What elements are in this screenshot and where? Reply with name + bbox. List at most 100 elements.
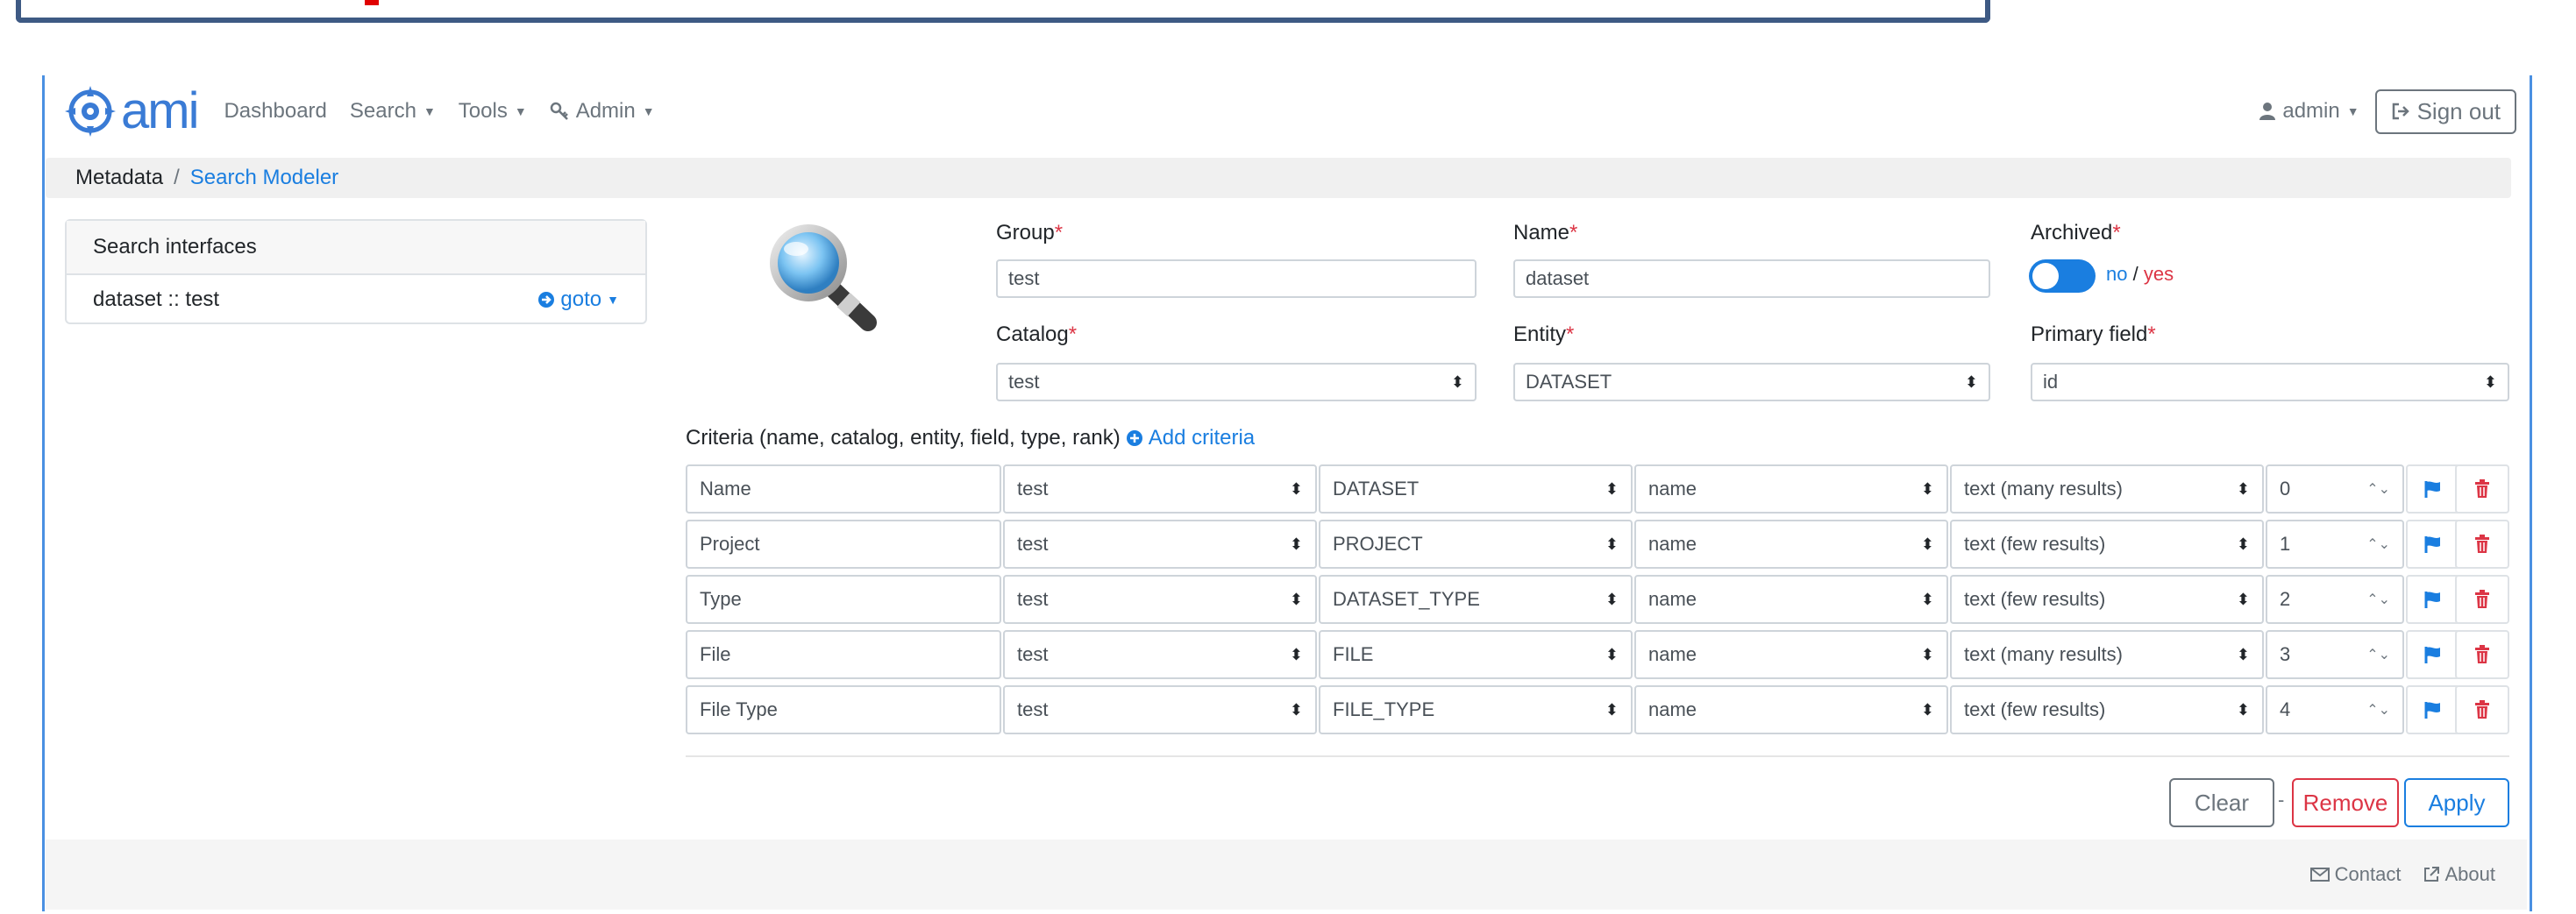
apply-button[interactable]: Apply: [2404, 778, 2509, 827]
criteria-field-select[interactable]: name ⬍: [1634, 685, 1948, 734]
criteria-rank-input[interactable]: 3 ⌃⌄: [2266, 630, 2404, 679]
nav-search[interactable]: Search ▼: [350, 99, 436, 124]
criteria-type-select[interactable]: text (many results) ⬍: [1950, 630, 2264, 679]
flag-button[interactable]: [2406, 685, 2460, 734]
spinner-arrows-icon[interactable]: ⌃⌄: [2366, 480, 2390, 498]
criteria-entity-select[interactable]: DATASET ⬍: [1319, 464, 1633, 514]
nav-tools[interactable]: Tools ▼: [459, 99, 527, 124]
remove-button[interactable]: Remove: [2292, 778, 2399, 827]
select-arrows-icon: ⬍: [1920, 590, 1934, 608]
user-name: admin: [2282, 99, 2340, 123]
select-arrows-icon: ⬍: [1605, 700, 1619, 719]
delete-button[interactable]: [2455, 575, 2509, 624]
criteria-entity-value: DATASET_TYPE: [1333, 588, 1480, 610]
sign-out-button[interactable]: Sign out: [2374, 89, 2516, 134]
delete-button[interactable]: [2455, 630, 2509, 679]
catalog-select[interactable]: test ⬍: [996, 363, 1477, 401]
criteria-name-input[interactable]: File Type: [686, 685, 1001, 734]
breadcrumb-root[interactable]: Metadata: [75, 166, 163, 190]
goto-dropdown[interactable]: goto ▼: [537, 287, 619, 312]
criteria-type-select[interactable]: text (few results) ⬍: [1950, 520, 2264, 569]
criteria-rank-input[interactable]: 2 ⌃⌄: [2266, 575, 2404, 624]
about-link[interactable]: About: [2423, 863, 2495, 886]
criteria-entity-value: DATASET: [1333, 478, 1420, 500]
select-arrows-icon: ⬍: [1450, 372, 1464, 391]
archived-toggle[interactable]: [2029, 259, 2096, 293]
ami-logo[interactable]: ami: [65, 86, 199, 137]
criteria-catalog-value: test: [1017, 698, 1049, 720]
criteria-field-value: name: [1648, 478, 1697, 500]
nav-admin[interactable]: Admin ▼: [550, 99, 655, 124]
nav-dashboard[interactable]: Dashboard: [224, 99, 326, 124]
criteria-name-input[interactable]: Name: [686, 464, 1001, 514]
criteria-field-select[interactable]: name ⬍: [1634, 575, 1948, 624]
criteria-name-value: Name: [700, 478, 751, 500]
criteria-name-input[interactable]: File: [686, 630, 1001, 679]
criteria-catalog-select[interactable]: test ⬍: [1003, 575, 1317, 624]
criteria-rank-input[interactable]: 1 ⌃⌄: [2266, 520, 2404, 569]
criteria-type-select[interactable]: text (few results) ⬍: [1950, 685, 2264, 734]
spinner-arrows-icon[interactable]: ⌃⌄: [2366, 535, 2390, 553]
criteria-type-select[interactable]: text (few results) ⬍: [1950, 575, 2264, 624]
add-criteria-label: Add criteria: [1148, 426, 1256, 450]
flag-icon: [2424, 536, 2440, 553]
add-criteria-link[interactable]: Add criteria: [1126, 426, 1255, 450]
nav-tools-label: Tools: [458, 99, 508, 123]
spinner-arrows-icon[interactable]: ⌃⌄: [2366, 646, 2390, 663]
criteria-entity-select[interactable]: FILE ⬍: [1319, 630, 1633, 679]
criteria-catalog-select[interactable]: test ⬍: [1003, 464, 1317, 514]
flag-button[interactable]: [2406, 575, 2460, 624]
spinner-arrows-icon[interactable]: ⌃⌄: [2366, 701, 2390, 719]
delete-button[interactable]: [2455, 685, 2509, 734]
criteria-entity-select[interactable]: DATASET_TYPE ⬍: [1319, 575, 1633, 624]
criteria-field-select[interactable]: name ⬍: [1634, 630, 1948, 679]
user-icon: [2259, 103, 2276, 120]
criteria-rank-value: 4: [2280, 698, 2291, 720]
criteria-name-input[interactable]: Project: [686, 520, 1001, 569]
criteria-name-value: File: [700, 643, 731, 665]
criteria-rank-input[interactable]: 4 ⌃⌄: [2266, 685, 2404, 734]
criteria-catalog-select[interactable]: test ⬍: [1003, 520, 1317, 569]
criteria-title: Criteria (name, catalog, entity, field, …: [686, 426, 1121, 450]
name-label: Name*: [1513, 221, 1577, 245]
criteria-type-value: text (few results): [1964, 588, 2106, 610]
criteria-type-select[interactable]: text (many results) ⬍: [1950, 464, 2264, 514]
caret-down-icon: ▼: [607, 293, 619, 307]
required-marker: *: [2112, 221, 2121, 244]
select-arrows-icon: ⬍: [2236, 700, 2250, 719]
name-input[interactable]: dataset: [1513, 259, 1990, 298]
flag-button[interactable]: [2406, 464, 2460, 514]
clear-button[interactable]: Clear: [2169, 778, 2274, 827]
entity-select[interactable]: DATASET ⬍: [1513, 363, 1990, 401]
criteria-type-value: text (few results): [1964, 533, 2106, 555]
select-arrows-icon: ⬍: [2483, 372, 2497, 391]
breadcrumb-current[interactable]: Search Modeler: [190, 166, 338, 190]
contact-link[interactable]: Contact: [2309, 863, 2402, 886]
criteria-field-select[interactable]: name ⬍: [1634, 520, 1948, 569]
trash-icon: [2475, 700, 2489, 719]
primary-field-select[interactable]: id ⬍: [2031, 363, 2509, 401]
user-menu[interactable]: admin ▼: [2259, 99, 2359, 124]
criteria-rank-input[interactable]: 0 ⌃⌄: [2266, 464, 2404, 514]
criteria-name-input[interactable]: Type: [686, 575, 1001, 624]
delete-button[interactable]: [2455, 464, 2509, 514]
criteria-catalog-select[interactable]: test ⬍: [1003, 685, 1317, 734]
criteria-catalog-select[interactable]: test ⬍: [1003, 630, 1317, 679]
entity-label-text: Entity: [1513, 322, 1567, 346]
group-input[interactable]: test: [996, 259, 1477, 298]
archived-no: no: [2106, 263, 2128, 285]
table-row: File Type test ⬍ FILE_TYPE ⬍ name ⬍ text (few r…: [686, 685, 2509, 734]
flag-button[interactable]: [2406, 630, 2460, 679]
select-arrows-icon: ⬍: [1605, 479, 1619, 498]
criteria-field-select[interactable]: name ⬍: [1634, 464, 1948, 514]
criteria-entity-select[interactable]: PROJECT ⬍: [1319, 520, 1633, 569]
list-item[interactable]: dataset :: test goto ▼: [67, 275, 645, 324]
criteria-name-value: Type: [700, 588, 742, 610]
flag-button[interactable]: [2406, 520, 2460, 569]
interface-name: dataset :: test: [93, 287, 220, 311]
spinner-arrows-icon[interactable]: ⌃⌄: [2366, 591, 2390, 608]
criteria-entity-select[interactable]: FILE_TYPE ⬍: [1319, 685, 1633, 734]
table-row: Type test ⬍ DATASET_TYPE ⬍ name ⬍ text (few res…: [686, 575, 2509, 624]
toggle-knob: [2032, 263, 2059, 289]
delete-button[interactable]: [2455, 520, 2509, 569]
